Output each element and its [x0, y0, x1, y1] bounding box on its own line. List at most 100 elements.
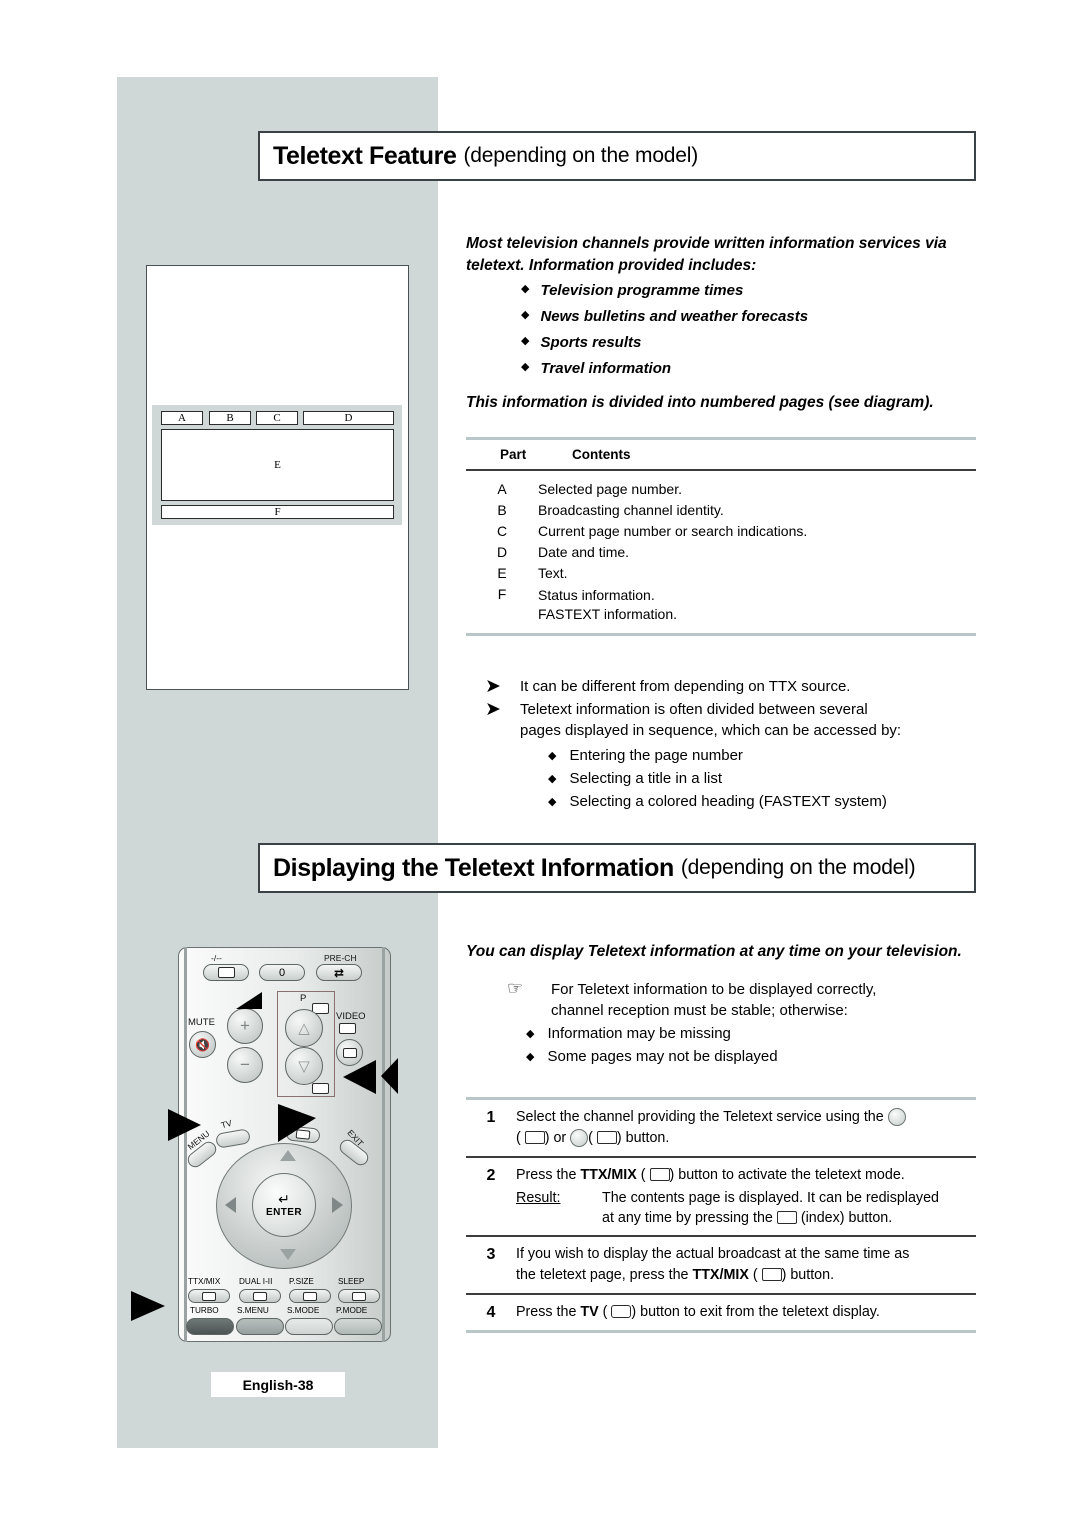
divided-note: This information is divided into numbere…	[466, 394, 934, 411]
smenu-button[interactable]	[236, 1318, 284, 1335]
volume-down-button[interactable]: −	[227, 1047, 263, 1083]
zero-button[interactable]: 0	[259, 964, 305, 981]
intro-bullet-1: News bulletins and weather forecasts	[540, 308, 809, 325]
sleep-label: SLEEP	[338, 1277, 365, 1286]
swap-icon: ⇄	[333, 965, 345, 980]
dpad-right-icon[interactable]	[332, 1197, 343, 1213]
dpad-left-icon[interactable]	[225, 1197, 236, 1213]
step-1-text-c: ) button.	[616, 1130, 670, 1146]
callout-pointer-menu	[168, 1109, 201, 1141]
diagram-box-f: F	[161, 505, 394, 519]
pmode-label: P.MODE	[336, 1306, 368, 1315]
step-number: 4	[486, 1304, 496, 1321]
cell-contents: Selected page number.	[538, 480, 682, 497]
step-1-text-b: ) or	[544, 1130, 567, 1146]
cell-contents: Status information. FASTEXT information.	[538, 586, 678, 622]
list-item: ◆ Some pages may not be displayed	[526, 1045, 976, 1068]
step-number: 1	[486, 1109, 496, 1126]
dpad-down-icon[interactable]	[280, 1249, 296, 1260]
hand-bullet-list: ◆ Information may be missing ◆ Some pages …	[526, 1022, 976, 1068]
table-header-part: Part	[500, 447, 527, 462]
cell-part: B	[497, 501, 507, 518]
mute-button[interactable]: 🔇	[189, 1031, 216, 1058]
ttx-mix-button-icon	[761, 1268, 782, 1281]
hand-note-line-2: channel reception must be stable; otherw…	[551, 1001, 848, 1019]
intro-bullet-3: Travel information	[540, 360, 672, 377]
steps-bottom-rule	[466, 1330, 976, 1333]
page-number-label: English-38	[242, 1376, 314, 1393]
prech-button[interactable]: ⇄	[316, 964, 362, 981]
sleep-button[interactable]	[338, 1289, 380, 1303]
cell-part: C	[496, 522, 508, 539]
smode-button[interactable]	[285, 1318, 333, 1335]
table-row: F Status information. FASTEXT informatio…	[466, 583, 976, 626]
note-row: ➤ It can be different from depending on …	[466, 676, 976, 698]
section2-title-suffix: (depending on the model)	[680, 856, 916, 879]
remote-control-diagram: -/-- 0 PRE-CH ⇄ MUTE 🔇 + − P △ ▽ VIDEO M…	[178, 947, 391, 1342]
smode-label: S.MODE	[287, 1306, 320, 1315]
teletext-index-icon	[596, 1131, 617, 1144]
p-down-index-icon	[312, 1083, 329, 1094]
list-item: ◆ Information may be missing	[526, 1022, 976, 1045]
psize-label: P.SIZE	[289, 1277, 314, 1286]
psize-button[interactable]	[289, 1289, 331, 1303]
chevron-down-icon: ▽	[298, 1057, 310, 1075]
channel-down-button[interactable]: ▽	[285, 1047, 323, 1085]
table-row: C Current page number or search indicati…	[466, 520, 976, 541]
diagram-box-e: E	[161, 429, 394, 501]
remote-bottom-button-grid: TTX/MIX DUAL I-II P.SIZE SLEEP TURBO S.M…	[186, 1277, 383, 1335]
intro-bullet-list: ◆ Television programme times ◆ News bullet…	[521, 278, 976, 382]
hand-bullet-0: Information may be missing	[547, 1024, 731, 1042]
page-title-suffix: (depending on the model)	[463, 144, 699, 167]
hand-note: ☞ For Teletext information to be display…	[507, 978, 976, 1021]
note-sub-bullet-list: ◆ Entering the page number ◆ Selecting a t…	[548, 744, 976, 813]
callout-pointer-tv	[278, 1104, 316, 1142]
channel-up-button-icon	[887, 1108, 906, 1126]
cell-part: F	[497, 585, 507, 602]
diagram-label-a: A	[178, 412, 186, 424]
step-3-text-a: If you wish to display the actual broadc…	[516, 1246, 910, 1262]
diagram-box-c: C	[256, 411, 298, 425]
volume-up-button[interactable]: +	[227, 1008, 263, 1044]
channel-up-button[interactable]: △	[285, 1009, 323, 1047]
dual-button[interactable]	[239, 1289, 281, 1303]
note-text-0: It can be different from depending on TT…	[520, 678, 851, 695]
diagram-label-b: B	[226, 412, 234, 424]
diamond-bullet-icon: ◆	[526, 1026, 535, 1040]
callout-pointer-ttxmix	[131, 1291, 165, 1321]
intro-bullet-2: Sports results	[540, 334, 642, 351]
chevron-up-icon: △	[298, 1019, 310, 1037]
dpad-up-icon[interactable]	[280, 1150, 296, 1161]
diamond-bullet-icon: ◆	[548, 771, 557, 785]
enter-label: ENTER	[266, 1206, 302, 1218]
cell-contents: Text.	[538, 564, 568, 581]
section-heading-teletext-feature: Teletext Feature (depending on the model…	[258, 131, 976, 181]
diagram-label-f: F	[274, 506, 281, 518]
diamond-bullet-icon: ◆	[521, 282, 530, 295]
diagram-label-c: C	[273, 412, 281, 424]
turbo-button[interactable]	[186, 1318, 234, 1335]
diamond-bullet-icon: ◆	[548, 748, 557, 762]
step-4: 4 Press the TV ( ) button to exit from t…	[466, 1295, 976, 1330]
ttx-mix-button[interactable]	[188, 1289, 230, 1303]
table-header-contents: Contents	[572, 447, 631, 462]
dpad[interactable]: ↵ ENTER	[216, 1143, 352, 1269]
cell-contents: Current page number or search indication…	[538, 522, 808, 539]
part-contents-table: Part Contents A Selected page number. B …	[466, 437, 976, 636]
pmode-button[interactable]	[334, 1318, 382, 1335]
table-header-row: Part Contents	[466, 440, 976, 469]
step-3-text-c: ) button.	[781, 1267, 835, 1283]
note-text-1: Teletext information is often divided be…	[520, 700, 902, 740]
page-footer: English-38	[211, 1372, 345, 1397]
section2-intro-block: You can display Teletext information at …	[466, 941, 976, 1068]
minus-button[interactable]	[203, 964, 249, 981]
zero-label: 0	[278, 966, 286, 979]
diagram-label-e: E	[274, 459, 281, 471]
step-1: 1 Select the channel providing the Telet…	[466, 1100, 976, 1156]
cell-contents: Broadcasting channel identity.	[538, 501, 724, 518]
enter-button[interactable]: ↵ ENTER	[252, 1173, 316, 1237]
enter-arrow-icon: ↵	[278, 1191, 290, 1208]
minus-label: -/--	[211, 953, 222, 963]
list-item: ◆ Selecting a colored heading (FASTEXT sy…	[548, 790, 976, 813]
sleep-icon	[352, 1291, 366, 1301]
